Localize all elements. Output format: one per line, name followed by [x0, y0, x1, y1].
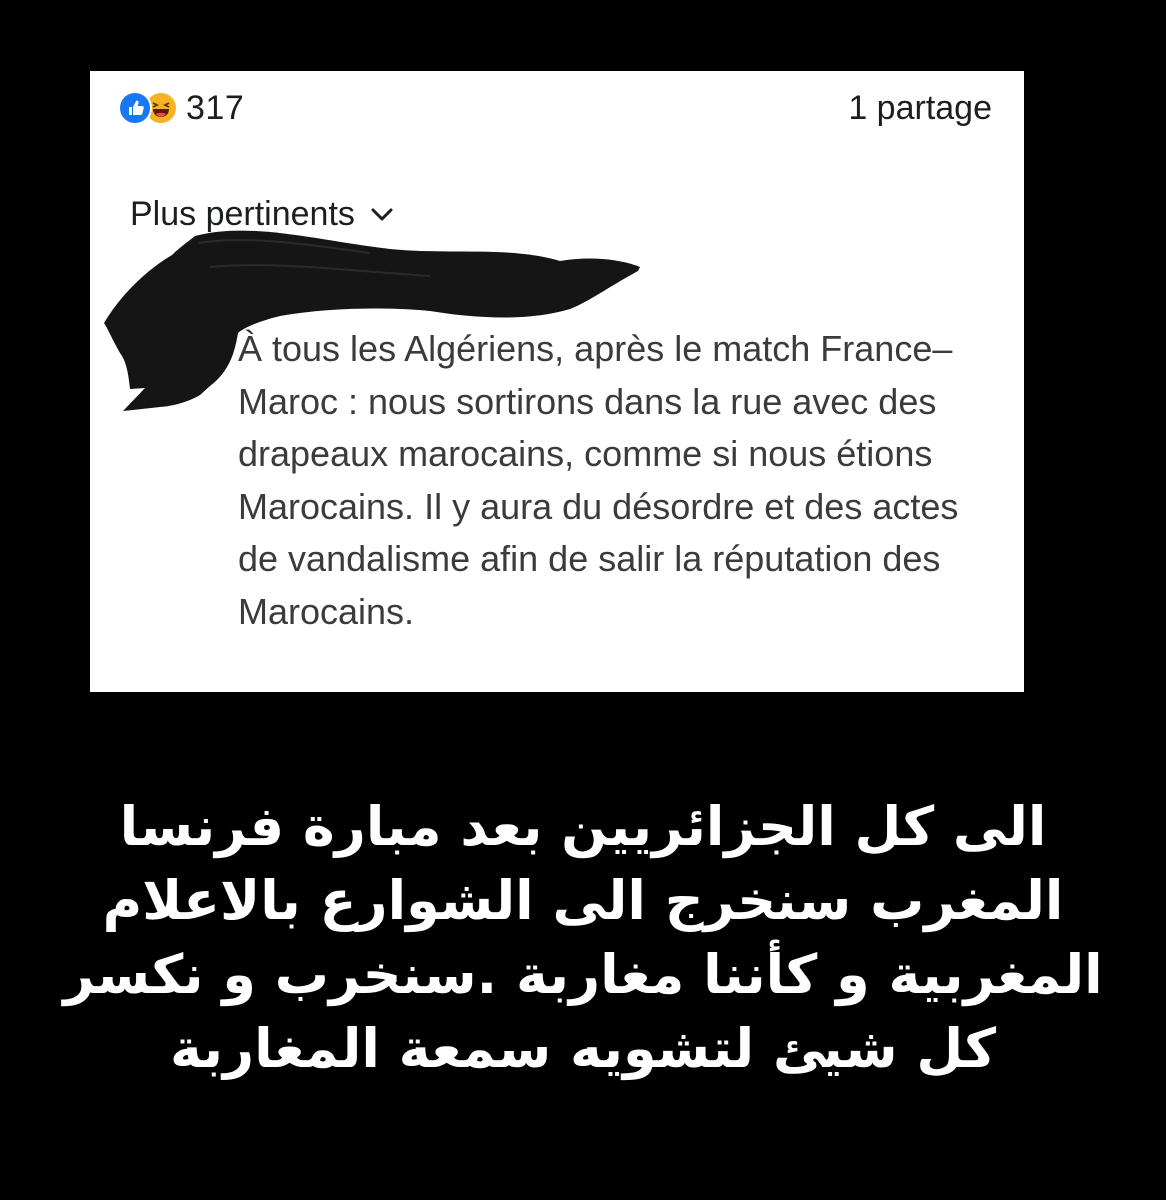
- reaction-count: 317: [186, 88, 245, 127]
- comment-card: 317 1 partage Plus pertinents À tous les…: [90, 71, 1024, 692]
- shares-count-link[interactable]: 1 partage: [848, 88, 992, 128]
- chevron-down-icon: [371, 208, 393, 221]
- like-icon: [118, 91, 152, 125]
- arabic-caption: الى كل الجزائريين بعد مبارة فرنسا المغرب…: [63, 795, 1103, 1080]
- reaction-summary[interactable]: 317: [118, 88, 244, 128]
- sort-label: Plus pertinents: [130, 194, 355, 233]
- comment-sort-dropdown[interactable]: Plus pertinents: [130, 192, 395, 236]
- comment-text: À tous les Algériens, après le match Fra…: [238, 328, 959, 632]
